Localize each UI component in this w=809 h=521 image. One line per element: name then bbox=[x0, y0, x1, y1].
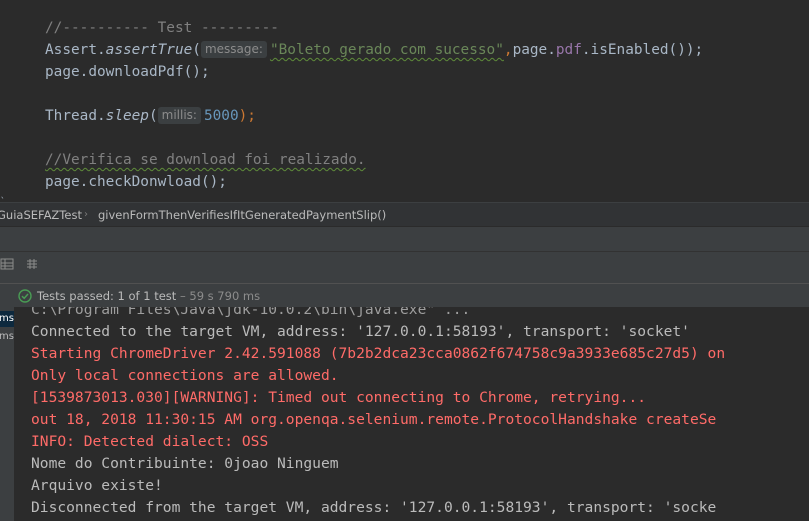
console-line-error: Starting ChromeDriver 2.42.591088 (7b2b2… bbox=[31, 345, 726, 362]
code-paren: ( bbox=[192, 42, 201, 58]
code-line-sleep[interactable]: Thread.sleep(millis: 5000); bbox=[45, 105, 256, 127]
code-class-ref: Assert bbox=[45, 42, 97, 58]
console-line: Disconnected from the target VM, address… bbox=[31, 499, 717, 516]
breadcrumb-class[interactable]: GuiaSEFAZTest bbox=[0, 203, 82, 227]
test-status-text: Tests passed: 1 of 1 test – 59 s 790 ms bbox=[37, 284, 260, 308]
console-line-partial: C:\Program Files\Java\jdk-10.0.2\bin\jav… bbox=[31, 307, 471, 318]
code-close: ); bbox=[238, 108, 256, 124]
code-static-method: assertTrue bbox=[105, 42, 193, 58]
code-dot: . bbox=[96, 108, 106, 124]
run-toolbar bbox=[0, 251, 809, 277]
code-comment: //---------- Test --------- bbox=[45, 20, 279, 36]
code-statement: page.checkDonwload(); bbox=[45, 174, 227, 190]
check-circle-icon bbox=[18, 289, 32, 303]
export-icon[interactable] bbox=[25, 257, 39, 271]
console-line: Nome do Contribuinte: 0joao Ninguem bbox=[31, 455, 339, 472]
console-output[interactable]: C:\Program Files\Java\jdk-10.0.2\bin\jav… bbox=[14, 307, 809, 521]
code-line-download-pdf[interactable]: page.downloadPdf(); bbox=[45, 61, 210, 83]
console-line: Arquivo existe! bbox=[31, 477, 163, 494]
tests-duration: – 59 s 790 ms bbox=[179, 289, 261, 303]
console-line-error: Only local connections are allowed. bbox=[31, 367, 339, 384]
code-static-method: sleep bbox=[105, 108, 149, 124]
code-paren: ( bbox=[148, 108, 158, 124]
run-tool-window-header bbox=[0, 226, 809, 251]
code-editor[interactable]: //---------- Test --------- Assert.asser… bbox=[0, 0, 809, 200]
code-comma: , bbox=[503, 42, 513, 58]
code-class-ref: Thread bbox=[45, 108, 97, 124]
breadcrumb-separator-icon: › bbox=[84, 209, 88, 220]
breadcrumb: GuiaSEFAZTest › givenFormThenVerifiesIfI… bbox=[0, 202, 809, 226]
console-line-error: out 18, 2018 11:30:15 AM org.openqa.sele… bbox=[31, 411, 717, 428]
code-statement: page.downloadPdf(); bbox=[45, 64, 210, 80]
console-line: Connected to the target VM, address: '12… bbox=[31, 323, 690, 340]
console-line-error: INFO: Detected dialect: OSS bbox=[31, 433, 269, 450]
code-comment: //Verifica se download foi realizado. bbox=[45, 152, 366, 168]
tree-item-time: ms bbox=[0, 331, 14, 342]
code-line-comment-test[interactable]: //---------- Test --------- bbox=[45, 17, 279, 39]
test-status-bar: Tests passed: 1 of 1 test – 59 s 790 ms bbox=[0, 283, 809, 307]
code-field-ref: pdf bbox=[555, 42, 582, 58]
parameter-hint: millis: bbox=[157, 107, 201, 124]
console-line-error: [1539873013.030][WARNING]: Timed out con… bbox=[31, 389, 647, 406]
code-line-check-download[interactable]: page.checkDonwload(); bbox=[45, 171, 227, 193]
fold-marker: ` bbox=[0, 197, 6, 200]
tests-count: 1 of 1 test bbox=[117, 289, 177, 303]
breadcrumb-method[interactable]: givenFormThenVerifiesIfItGeneratedPaymen… bbox=[98, 203, 386, 227]
tree-item-time: ms bbox=[0, 313, 14, 324]
test-tree[interactable]: ms ms bbox=[0, 307, 14, 521]
code-object-ref: page bbox=[512, 42, 548, 58]
code-call-rest: .isEnabled()); bbox=[581, 42, 704, 58]
parameter-hint: message: bbox=[200, 41, 267, 58]
tests-passed-label: Tests passed: bbox=[37, 289, 114, 303]
code-line-comment-verifica[interactable]: //Verifica se download foi realizado. bbox=[45, 149, 366, 171]
code-line-assert[interactable]: Assert.assertTrue(message: "Boleto gerado… bbox=[45, 39, 703, 61]
code-string-literal: "Boleto gerado com sucesso" bbox=[269, 42, 504, 58]
tree-item[interactable]: ms bbox=[0, 329, 14, 345]
tree-item[interactable]: ms bbox=[0, 311, 14, 327]
code-number-literal: 5000 bbox=[203, 108, 239, 124]
table-view-icon[interactable] bbox=[0, 257, 14, 271]
code-dot: . bbox=[96, 42, 106, 58]
